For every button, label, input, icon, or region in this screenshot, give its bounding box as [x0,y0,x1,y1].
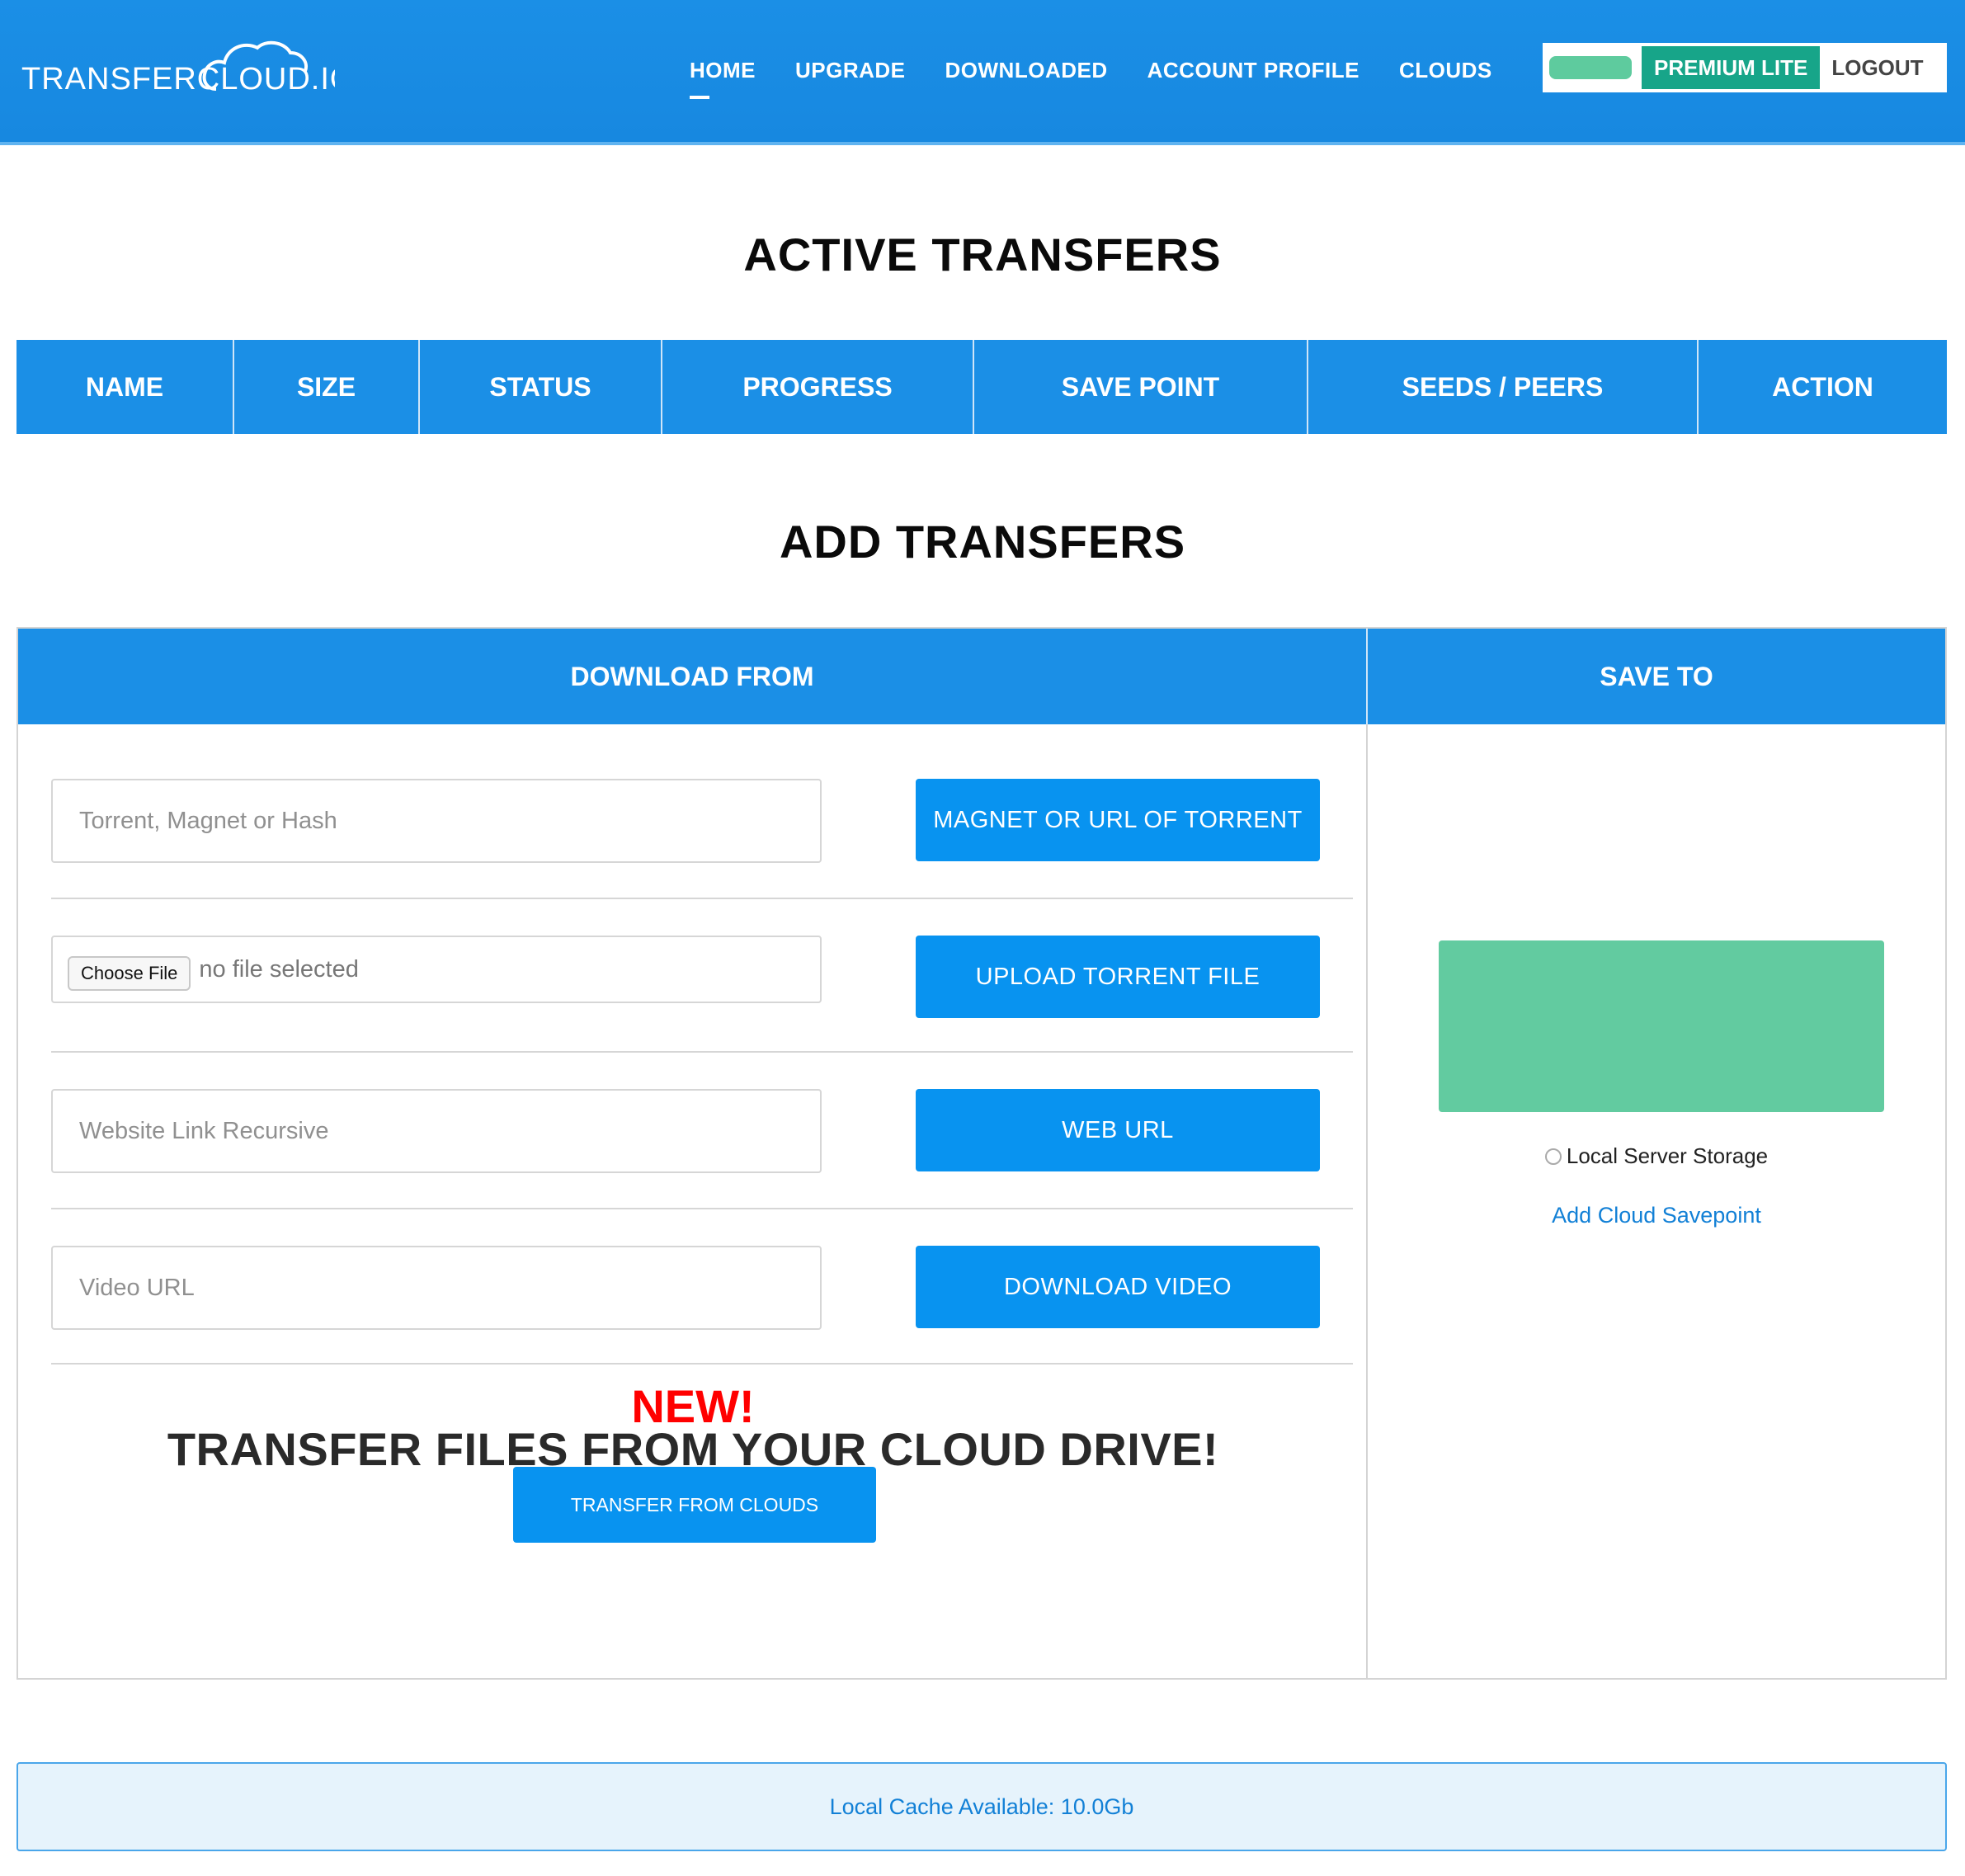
column-action: ACTION [1772,371,1873,402]
local-cache-info: Local Cache Available: 10.0Gb [16,1762,1947,1851]
main-nav: HOME UPGRADE DOWNLOADED ACCOUNT PROFILE … [690,58,1532,99]
savepoint-tile[interactable] [1439,940,1884,1112]
column-status: STATUS [420,340,662,434]
logo-text: TRANSFERCLOUD.IO [21,62,335,97]
transfer-from-clouds-button[interactable]: TRANSFER FROM CLOUDS [513,1467,876,1543]
nav-upgrade[interactable]: UPGRADE [795,58,906,83]
active-transfers-title: ACTIVE TRANSFERS [743,229,1222,280]
column-seeds-peers: SEEDS / PEERS [1308,340,1699,434]
local-storage-label: Local Server Storage [1566,1143,1769,1168]
video-url-input[interactable] [78,1273,790,1303]
nav-home[interactable]: HOME [690,58,756,99]
website-link-input-box[interactable] [51,1089,822,1173]
torrent-magnet-hash-input[interactable] [78,806,790,836]
account-box: PREMIUM LITE LOGOUT [1543,43,1947,92]
upload-torrent-file-button[interactable]: UPLOAD TORRENT FILE [916,936,1320,1018]
column-progress: PROGRESS [662,340,974,434]
save-to-header: SAVE TO [1600,661,1713,691]
page: TRANSFERCLOUD.IO HOME UPGRADE DOWNLOADED… [0,0,1965,1876]
nav-clouds[interactable]: CLOUDS [1399,58,1492,83]
download-from-header: DOWNLOAD FROM [18,629,1368,724]
top-header: TRANSFERCLOUD.IO HOME UPGRADE DOWNLOADED… [0,0,1965,145]
torrent-file-box[interactable]: Choose File no file selected [51,936,822,1003]
file-status-label: no file selected [199,955,359,983]
add-transfers-panel: DOWNLOAD FROM SAVE TO MAGNET OR URL OF T… [16,627,1947,1680]
add-transfers-title: ADD TRANSFERS [779,516,1186,568]
divider [51,898,1353,899]
user-pill[interactable] [1549,56,1632,79]
divider [51,1208,1353,1209]
transfercloud-logo[interactable]: TRANSFERCLOUD.IO [21,20,335,111]
add-transfers-panel-header: DOWNLOAD FROM SAVE TO [18,629,1945,724]
add-cloud-savepoint-link[interactable]: Add Cloud Savepoint [1368,1203,1945,1228]
download-video-button[interactable]: DOWNLOAD VIDEO [916,1246,1320,1328]
magnet-url-torrent-button[interactable]: MAGNET OR URL OF TORRENT [916,779,1320,861]
nav-downloaded[interactable]: DOWNLOADED [945,58,1108,83]
video-url-input-box[interactable] [51,1246,822,1330]
divider [51,1051,1353,1053]
divider [51,1363,1353,1365]
local-storage-option[interactable]: Local Server Storage [1368,1143,1945,1169]
active-transfers-table-header: NAME SIZE STATUS PROGRESS SAVE POINT SEE… [16,340,1947,434]
column-size: SIZE [234,340,420,434]
save-to-column: Local Server Storage Add Cloud Savepoint [1368,724,1945,1678]
logout-button[interactable]: LOGOUT [1831,55,1923,81]
local-storage-radio[interactable] [1544,1148,1562,1165]
torrent-input-box[interactable] [51,779,822,863]
choose-file-button[interactable]: Choose File [68,956,191,991]
plan-badge: PREMIUM LITE [1642,46,1821,89]
local-cache-text: Local Cache Available: 10.0Gb [829,1794,1134,1819]
nav-account-profile[interactable]: ACCOUNT PROFILE [1147,58,1359,83]
website-link-input[interactable] [78,1116,790,1146]
download-from-column: MAGNET OR URL OF TORRENT Choose File no … [18,724,1368,1678]
web-url-button[interactable]: WEB URL [916,1089,1320,1171]
column-save-point: SAVE POINT [974,340,1308,434]
column-name: NAME [16,340,234,434]
